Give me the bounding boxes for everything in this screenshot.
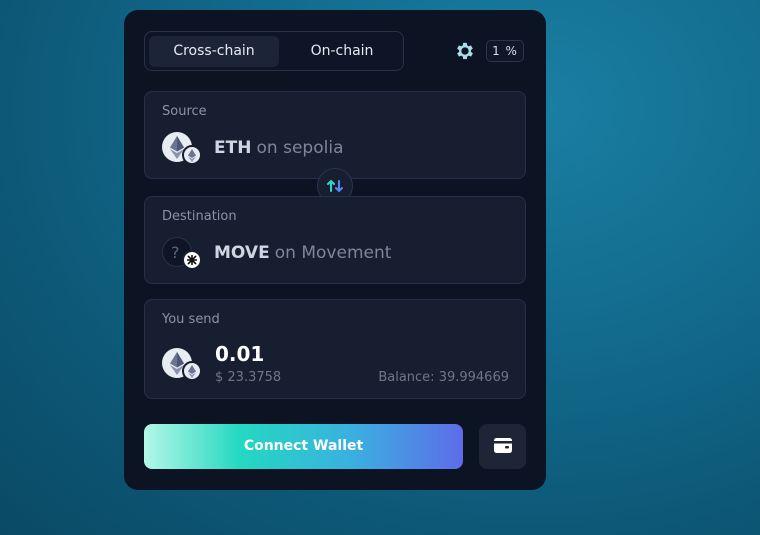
bridge-card: Cross-chain On-chain 1 % Source ETH on s… [124,10,546,490]
destination-asset-symbol: MOVE [214,243,270,263]
slippage-badge[interactable]: 1 % [486,40,524,62]
svg-text:?: ? [171,243,180,262]
gear-icon[interactable] [454,40,476,62]
source-asset: ETH on sepolia [214,138,343,158]
send-label: You send [162,312,220,327]
destination-panel[interactable]: Destination ? MOVE on Movement [144,196,526,284]
destination-asset: MOVE on Movement [214,243,391,263]
send-panel: You send 0.01 $ 23.3758 Balance: 39.9946… [144,299,526,399]
sepolia-network-icon [182,361,202,381]
source-network: on sepolia [256,138,344,158]
send-amount-input[interactable]: 0.01 [215,342,264,366]
sepolia-network-icon [182,145,202,165]
connect-wallet-button[interactable]: Connect Wallet [144,424,463,469]
destination-label: Destination [162,209,237,224]
wallet-icon [494,438,512,453]
source-panel[interactable]: Source ETH on sepolia [144,91,526,179]
destination-network: on Movement [274,243,392,263]
tab-cross-chain[interactable]: Cross-chain [149,36,279,67]
send-balance: Balance: 39.994669 [378,370,509,385]
mode-toggle: Cross-chain On-chain [144,31,404,71]
send-usd-value: $ 23.3758 [215,370,282,385]
source-asset-symbol: ETH [214,138,252,158]
wallet-button[interactable] [479,424,526,469]
movement-network-icon [182,250,202,270]
tab-on-chain[interactable]: On-chain [281,36,403,67]
source-label: Source [162,104,207,119]
